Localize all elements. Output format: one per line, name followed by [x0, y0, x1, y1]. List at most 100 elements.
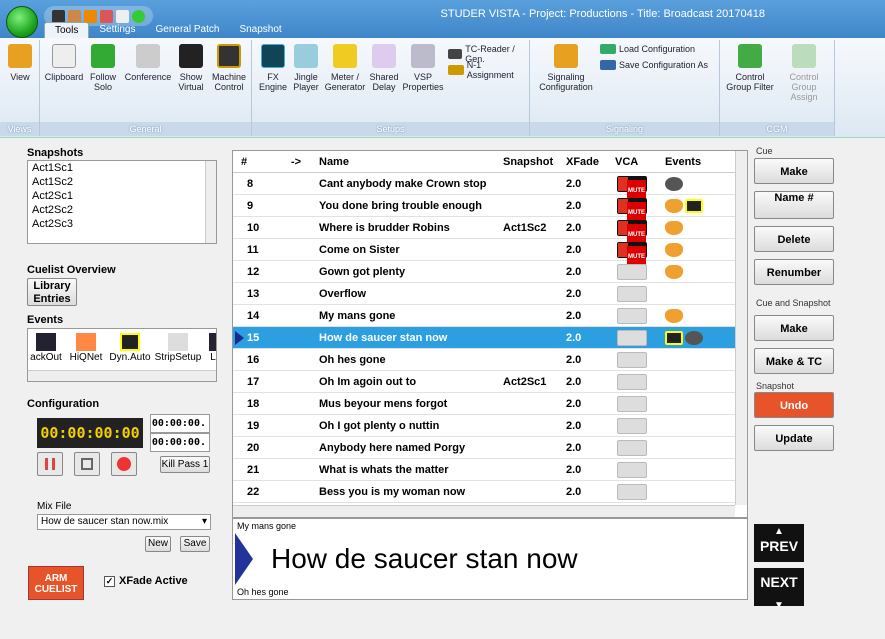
- tab-general-patch[interactable]: General Patch: [146, 22, 230, 38]
- vca-cell[interactable]: [617, 371, 647, 392]
- stop-button[interactable]: [74, 452, 100, 476]
- list-item[interactable]: Act1Sc1: [28, 161, 216, 175]
- list-item[interactable]: Act2Sc2: [28, 203, 216, 217]
- vca-cell[interactable]: [617, 327, 647, 348]
- events-cell[interactable]: [665, 173, 685, 194]
- conference-button[interactable]: Conference: [124, 44, 172, 82]
- control-group-assign-button[interactable]: Control Group Assign: [778, 44, 830, 102]
- events-cell[interactable]: [665, 305, 685, 326]
- follow-solo-button[interactable]: Follow Solo: [88, 44, 118, 92]
- vca-cell[interactable]: [617, 481, 647, 502]
- events-cell[interactable]: [665, 217, 685, 238]
- table-row[interactable]: 15 How de saucer stan now 2.0: [233, 327, 735, 349]
- record-button[interactable]: [111, 452, 137, 476]
- col-events[interactable]: Events: [665, 151, 701, 172]
- tab-snapshot[interactable]: Snapshot: [229, 22, 291, 38]
- vca-cell[interactable]: [617, 217, 647, 246]
- tab-tools[interactable]: Tools: [44, 22, 90, 38]
- library-entries-button[interactable]: Library Entries: [27, 278, 77, 306]
- table-row[interactable]: 12 Gown got plenty 2.0: [233, 261, 735, 283]
- signaling-configuration-button[interactable]: Signaling Configuration: [536, 44, 596, 92]
- arm-cuelist-button[interactable]: ARM CUELIST: [28, 566, 84, 600]
- jingle-player-button[interactable]: Jingle Player: [290, 44, 322, 92]
- table-row[interactable]: 18 Mus beyour mens forgot 2.0: [233, 393, 735, 415]
- snapshots-scrollbar[interactable]: [205, 161, 216, 243]
- col-xfade[interactable]: XFade: [566, 151, 599, 172]
- vca-cell[interactable]: [617, 393, 647, 414]
- undo-button[interactable]: Undo: [754, 392, 834, 418]
- event-item[interactable]: L: [206, 333, 216, 363]
- grid-horizontal-scrollbar[interactable]: [233, 505, 735, 517]
- clipboard-button[interactable]: Clipboard: [44, 44, 84, 82]
- vca-cell[interactable]: [617, 261, 647, 282]
- table-row[interactable]: 19 Oh I got plenty o nuttin 2.0: [233, 415, 735, 437]
- vca-cell[interactable]: [617, 415, 647, 436]
- event-item[interactable]: Dyn.Auto: [108, 333, 152, 363]
- vca-cell[interactable]: [617, 283, 647, 304]
- vca-cell[interactable]: [617, 349, 647, 370]
- next-button[interactable]: NEXT ▼: [754, 568, 804, 611]
- events-list[interactable]: ackOut HiQNet Dyn.Auto StripSetup L: [27, 328, 217, 382]
- renumber-button[interactable]: Renumber: [754, 259, 834, 285]
- save-configuration-button[interactable]: Save Configuration As: [600, 60, 708, 70]
- cue-snapshot-make-button[interactable]: Make: [754, 315, 834, 341]
- vca-cell[interactable]: [617, 437, 647, 458]
- cuelist-grid[interactable]: # -> Name Snapshot XFade VCA Events 8 Can…: [232, 150, 748, 518]
- delete-button[interactable]: Delete: [754, 226, 834, 252]
- mask-icon[interactable]: [100, 9, 113, 23]
- pause-button[interactable]: [37, 452, 63, 476]
- meter-generator-button[interactable]: Meter / Generator: [324, 44, 366, 92]
- app-orb-icon[interactable]: [6, 6, 38, 38]
- view-button[interactable]: View: [4, 44, 36, 82]
- save-button[interactable]: Save: [180, 536, 210, 552]
- snapshots-list[interactable]: Act1Sc1 Act1Sc2 Act2Sc1 Act2Sc2 Act2Sc3: [27, 160, 217, 244]
- tab-settings[interactable]: Settings: [89, 22, 145, 38]
- vca-cell[interactable]: [617, 173, 647, 202]
- mix-file-select[interactable]: How de saucer stan now.mix ▾: [37, 514, 211, 530]
- status-icon[interactable]: [132, 9, 145, 23]
- table-row[interactable]: 11 Come on Sister 2.0: [233, 239, 735, 268]
- grid-vertical-scrollbar[interactable]: [735, 151, 747, 505]
- load-configuration-button[interactable]: Load Configuration: [600, 44, 695, 54]
- control-group-filter-button[interactable]: Control Group Filter: [724, 44, 776, 92]
- col-snapshot[interactable]: Snapshot: [503, 151, 553, 172]
- table-row[interactable]: 21 What is whats the matter 2.0: [233, 459, 735, 481]
- show-virtual-button[interactable]: Show Virtual: [176, 44, 206, 92]
- fx-engine-button[interactable]: FX Engine: [258, 44, 288, 92]
- vca-cell[interactable]: [617, 459, 647, 480]
- prev-button[interactable]: ▲ PREV: [754, 524, 804, 562]
- warning-icon[interactable]: [84, 9, 97, 23]
- table-row[interactable]: 17 Oh Im agoin out to Act2Sc1 2.0: [233, 371, 735, 393]
- shared-delay-button[interactable]: Shared Delay: [368, 44, 400, 92]
- events-cell[interactable]: [665, 327, 705, 348]
- col-vca[interactable]: VCA: [615, 151, 638, 172]
- events-cell[interactable]: [665, 239, 685, 260]
- vca-cell[interactable]: [617, 305, 647, 326]
- tc-field-1[interactable]: 00:00:00.: [150, 414, 210, 433]
- table-row[interactable]: 8 Cant anybody make Crown stop 2.0: [233, 173, 735, 202]
- list-item[interactable]: Act2Sc3: [28, 217, 216, 231]
- list-item[interactable]: Act2Sc1: [28, 189, 216, 203]
- xfade-active-checkbox[interactable]: ✓ XFade Active: [104, 575, 188, 587]
- vca-cell[interactable]: [617, 239, 647, 268]
- tc-field-2[interactable]: 00:00:00.: [150, 433, 210, 452]
- machine-control-button[interactable]: Machine Control: [210, 44, 248, 92]
- grid-icon[interactable]: [52, 9, 65, 23]
- table-row[interactable]: 22 Bess you is my woman now 2.0: [233, 481, 735, 503]
- list-item[interactable]: Act1Sc2: [28, 175, 216, 189]
- event-item[interactable]: StripSetup: [154, 333, 202, 363]
- col-name[interactable]: Name: [319, 151, 349, 172]
- table-row[interactable]: 14 My mans gone 2.0: [233, 305, 735, 327]
- new-button[interactable]: New: [145, 536, 171, 552]
- col-arrow[interactable]: ->: [291, 151, 301, 172]
- table-row[interactable]: 9 You done bring trouble enough 2.0: [233, 195, 735, 224]
- events-cell[interactable]: [665, 195, 705, 216]
- table-row[interactable]: 13 Overflow 2.0: [233, 283, 735, 305]
- name-number-button[interactable]: Name #: [754, 191, 834, 219]
- make-tc-button[interactable]: Make & TC: [754, 348, 834, 374]
- n1-assignment-button[interactable]: N-1 Assignment: [448, 60, 529, 80]
- table-row[interactable]: 20 Anybody here named Porgy 2.0: [233, 437, 735, 459]
- update-button[interactable]: Update: [754, 425, 834, 451]
- col-number[interactable]: #: [241, 151, 247, 172]
- kill-pass-button[interactable]: Kill Pass 1: [160, 456, 210, 473]
